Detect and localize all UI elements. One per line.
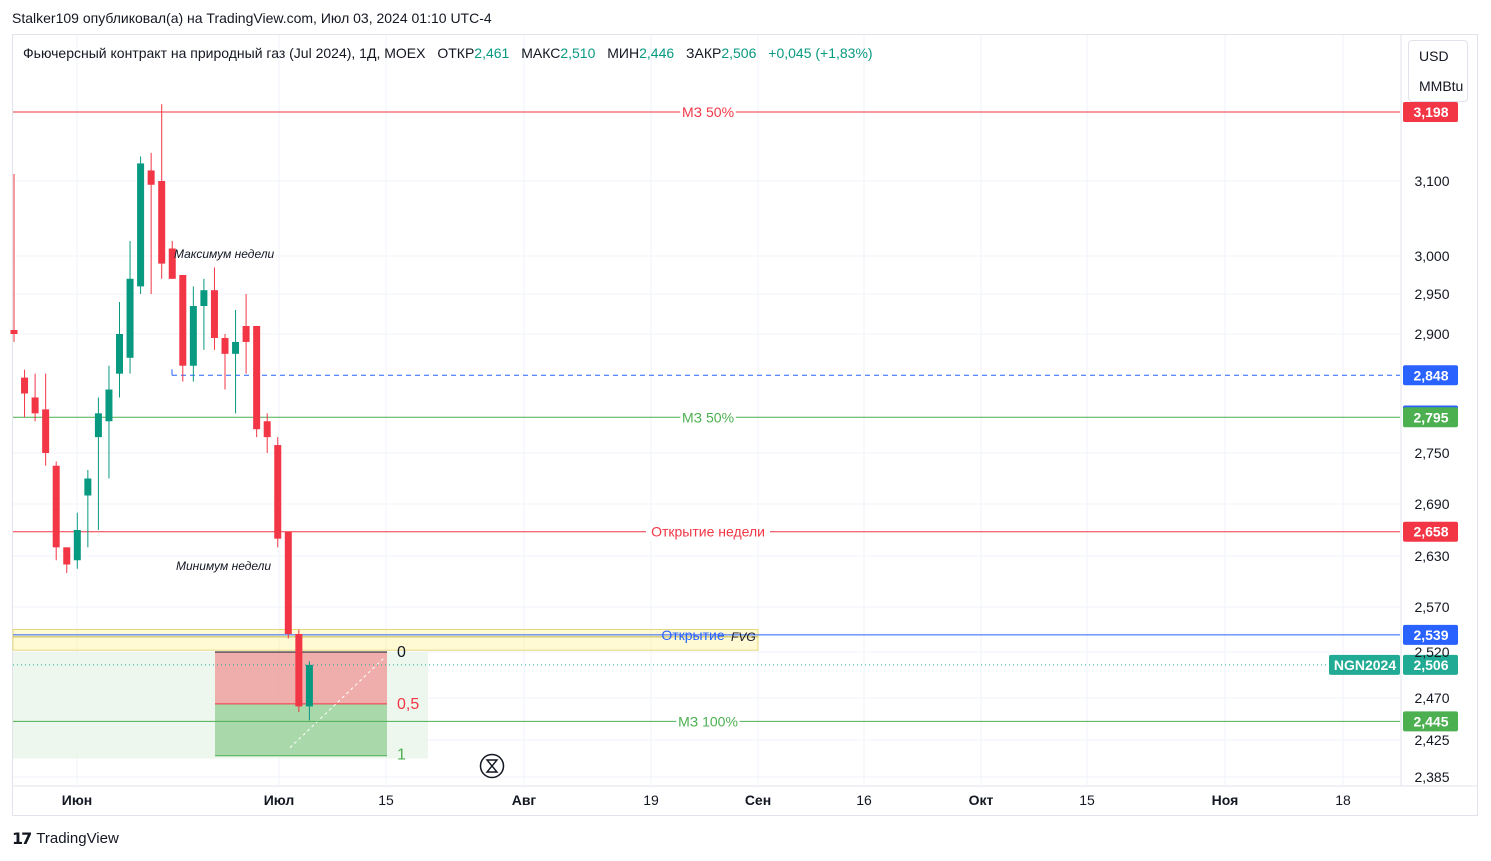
tradingview-logo-icon: 17 (12, 829, 32, 848)
time-tick-label: Ноя (1212, 792, 1239, 808)
price-badge-label: 2,795 (1413, 409, 1448, 425)
fib-level-label: 1 (397, 747, 406, 764)
candles (10, 104, 313, 721)
candle-body (31, 397, 39, 414)
fib-level-label: 0,5 (397, 696, 419, 713)
price-tick-label: 3,100 (1414, 173, 1449, 189)
fib-level-label: 0 (397, 644, 406, 661)
candle-body (274, 445, 282, 539)
price-badge-label: 2,848 (1413, 367, 1448, 383)
time-tick-label: Июл (264, 792, 295, 808)
candle-body (179, 275, 187, 366)
brand-name: TradingView (36, 830, 119, 847)
fvg-zone (12, 629, 759, 651)
candle-body (284, 531, 292, 634)
symbol-badge-label: NGN2024 (1334, 657, 1396, 673)
time-tick-label: 19 (643, 792, 659, 808)
candle-body (147, 170, 155, 185)
legend-low: 2,446 (639, 45, 675, 61)
candle-body (126, 278, 134, 358)
level-label: Открытие (661, 627, 725, 643)
time-tick-label: Авг (512, 792, 537, 808)
price-tick-label: 2,520 (1414, 644, 1449, 660)
candle-body (210, 290, 218, 338)
time-tick-label: 18 (1335, 792, 1351, 808)
candle-body (189, 306, 197, 366)
time-tick-label: 15 (1079, 792, 1095, 808)
chart-annotation: Минимум недели (176, 559, 271, 573)
candle-body (10, 330, 18, 334)
legend-close: 2,506 (721, 45, 757, 61)
price-badge-label: 2,539 (1413, 627, 1448, 643)
legend-close-label: ЗАКР (686, 45, 722, 61)
candle-body (94, 413, 102, 438)
candle-body (232, 341, 240, 354)
level-label: МЗ 50% (682, 104, 734, 120)
legend-change: +0,045 (+1,83%) (768, 45, 873, 61)
fib-lower-zone (215, 703, 387, 756)
candle-body (158, 181, 166, 264)
legend-title: Фьючерсный контракт на природный газ (Ju… (23, 45, 426, 61)
symbol-legend: Фьючерсный контракт на природный газ (Ju… (23, 45, 873, 61)
candle-body (42, 409, 50, 453)
time-tick-label: 16 (856, 792, 872, 808)
legend-high-label: МАКС (521, 45, 561, 61)
price-badge-label: 2,445 (1413, 713, 1448, 729)
chart-annotation: Максимум недели (174, 247, 274, 261)
price-tick-label: 2,750 (1414, 445, 1449, 461)
price-tick-label: 2,470 (1414, 690, 1449, 706)
candle-body (84, 478, 92, 496)
tradingview-brand[interactable]: 17 TradingView (12, 829, 119, 848)
candle-body (63, 547, 71, 565)
price-tick-label: 2,950 (1414, 286, 1449, 302)
candle-body (105, 389, 113, 422)
candle-body (253, 326, 261, 430)
candle-body (21, 377, 29, 394)
price-badge-label: 2,658 (1413, 524, 1448, 540)
candle-body (221, 337, 229, 354)
price-tick-label: 2,630 (1414, 548, 1449, 564)
level-label: Открытие недели (651, 524, 765, 540)
unit-label: MMBtu (1419, 78, 1464, 94)
hourglass-icon[interactable] (479, 753, 505, 779)
time-tick-label: 15 (378, 792, 394, 808)
chart-canvas[interactable]: 00,51 МЗ 50%3,1982,8482,796МЗ 50%2,795От… (0, 0, 1491, 861)
legend-high: 2,510 (560, 45, 596, 61)
level-label: МЗ 100% (678, 713, 738, 729)
price-tick-label: 2,900 (1414, 326, 1449, 342)
legend-open-label: ОТКР (437, 45, 475, 61)
time-axis: Июн Июл 15 Авг 19 Сен 16 Окт 15 Ноя 18 (62, 792, 1351, 808)
time-tick-label: Окт (969, 792, 994, 808)
candle-body (52, 465, 60, 548)
price-tick-label: 2,570 (1414, 599, 1449, 615)
unit-selector[interactable]: USD MMBtu (1408, 40, 1468, 102)
legend-open: 2,461 (474, 45, 510, 61)
fvg-label: FVG (731, 630, 756, 644)
candle-body (73, 530, 81, 561)
candle-body (295, 634, 303, 707)
price-axis: 3,100 3,000 2,950 2,900 2,750 2,690 2,630 2,570… (1414, 173, 1449, 785)
price-tick-label: 2,690 (1414, 496, 1449, 512)
candle-body (116, 334, 123, 374)
time-tick-label: Июн (62, 792, 92, 808)
time-tick-label: Сен (745, 792, 771, 808)
zones: 00,51 (12, 629, 759, 764)
legend-low-label: МИН (607, 45, 640, 61)
candle-body (242, 326, 250, 342)
currency-label: USD (1419, 48, 1449, 64)
candle-body (263, 421, 271, 438)
candle-body (137, 163, 145, 287)
price-tick-label: 2,425 (1414, 732, 1449, 748)
candle-body (200, 290, 208, 306)
price-tick-label: 2,385 (1414, 769, 1449, 785)
price-tick-label: 3,000 (1414, 248, 1449, 264)
level-label: МЗ 50% (682, 409, 734, 425)
candle-body (305, 664, 313, 707)
price-badge-label: 3,198 (1413, 104, 1448, 120)
